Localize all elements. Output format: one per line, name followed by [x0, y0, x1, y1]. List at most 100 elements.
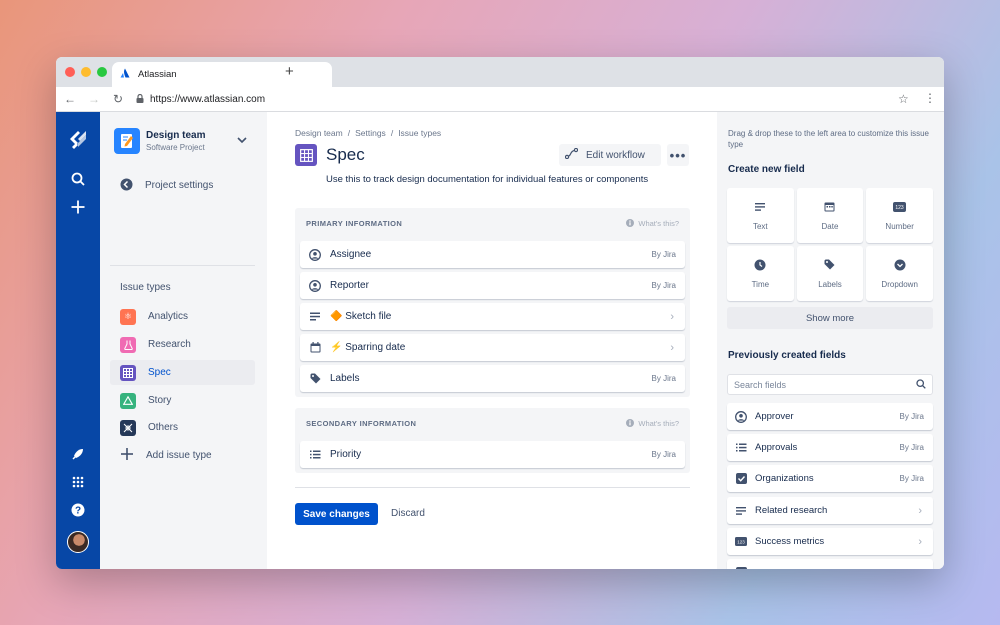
issue-type-description[interactable]: Use this to track design documentation f…: [326, 174, 648, 185]
field-priority[interactable]: Priority By Jira: [300, 441, 685, 468]
field-reporter[interactable]: Reporter By Jira: [300, 272, 685, 299]
sidebar-item-research[interactable]: Research: [110, 332, 255, 357]
text-lines-icon: [735, 506, 747, 515]
add-issue-type-button[interactable]: Add issue type: [110, 443, 255, 468]
new-tab-button[interactable]: +: [285, 63, 294, 80]
user-icon: [308, 279, 322, 292]
search-fields-input[interactable]: Search fields: [727, 374, 933, 395]
back-icon[interactable]: ←: [64, 92, 76, 106]
create-plus-icon[interactable]: [56, 200, 100, 214]
field-label: ⚡ Sparring date: [330, 342, 406, 353]
field-sparring-date[interactable]: ⚡ Sparring date ›: [300, 334, 685, 361]
user-avatar[interactable]: [56, 531, 100, 553]
research-flask-icon: [120, 336, 136, 353]
story-triangle-icon: [120, 392, 136, 409]
field-label: 🔶 Sketch file: [330, 311, 392, 322]
page-title[interactable]: Spec: [326, 145, 365, 165]
help-icon[interactable]: ?: [56, 503, 100, 517]
breadcrumb-separator: /: [347, 128, 351, 138]
rocket-icon[interactable]: [56, 448, 100, 460]
sidebar-item-analytics[interactable]: ⚛ Analytics: [110, 304, 255, 329]
workflow-icon: [564, 147, 579, 162]
dropdown-icon: [894, 259, 906, 271]
field-labels[interactable]: Labels By Jira: [300, 365, 685, 392]
breadcrumb-separator: /: [390, 128, 394, 138]
plus-icon: [120, 447, 134, 464]
url-field[interactable]: https://www.atlassian.com: [134, 90, 914, 109]
more-actions-button[interactable]: •••: [667, 144, 689, 166]
chevron-right-icon[interactable]: ›: [918, 505, 922, 517]
sidebar-item-spec[interactable]: Spec: [110, 360, 255, 385]
field-source: By Jira: [651, 281, 676, 290]
reload-icon[interactable]: ↻: [112, 92, 124, 106]
sidebar-item-story[interactable]: Story: [110, 388, 255, 413]
whats-this-link[interactable]: What's this?: [626, 218, 679, 229]
prev-field-approvals[interactable]: Approvals By Jira: [727, 434, 933, 461]
save-changes-button[interactable]: Save changes: [295, 503, 378, 525]
tag-icon: [308, 373, 322, 384]
field-type-number[interactable]: 123 Number: [866, 188, 933, 243]
chevron-right-icon[interactable]: ›: [670, 311, 674, 323]
jira-app: ? Design team Software Project Project s…: [56, 112, 944, 569]
back-arrow-icon: [120, 178, 133, 194]
browser-menu-icon[interactable]: ⋮: [924, 91, 936, 105]
chevron-right-icon[interactable]: ›: [670, 342, 674, 354]
others-pattern-icon: [120, 419, 136, 436]
field-source: By Jira: [651, 450, 676, 459]
create-new-field-heading: Create new field: [728, 164, 805, 175]
close-window-button[interactable]: [65, 67, 75, 77]
bookmark-star-icon[interactable]: ☆: [898, 92, 909, 106]
previously-created-heading: Previously created fields: [728, 350, 846, 361]
chevron-right-icon[interactable]: ›: [918, 536, 922, 548]
prev-field-success-metrics[interactable]: 123 Success metrics ›: [727, 528, 933, 555]
field-sketch-file[interactable]: 🔶 Sketch file ›: [300, 303, 685, 330]
field-type-label: Date: [821, 221, 839, 231]
spec-grid-icon[interactable]: [295, 144, 317, 166]
footer-divider: [295, 487, 690, 488]
whats-this-link[interactable]: What's this?: [626, 418, 679, 429]
prev-field-organizations[interactable]: Organizations By Jira: [727, 465, 933, 492]
field-label: Priority: [330, 449, 362, 460]
app-switcher-icon[interactable]: [56, 476, 100, 488]
prev-field-approver[interactable]: Approver By Jira: [727, 403, 933, 430]
prev-field-partial[interactable]: [727, 559, 933, 569]
search-icon[interactable]: [56, 172, 100, 186]
field-type-labels[interactable]: Labels: [796, 246, 864, 301]
field-label: Assignee: [330, 249, 372, 260]
project-settings-label: Project settings: [145, 180, 214, 191]
chevron-down-icon[interactable]: [237, 136, 247, 147]
minimize-window-button[interactable]: [81, 67, 91, 77]
number-icon: 123: [735, 537, 747, 546]
forward-icon[interactable]: →: [88, 92, 100, 106]
primary-information-section: PRIMARY INFORMATION What's this? Assigne…: [295, 208, 690, 397]
field-type-date[interactable]: Date: [796, 188, 864, 243]
discard-button[interactable]: Discard: [391, 508, 425, 519]
project-switcher[interactable]: Design team Software Project: [114, 128, 205, 154]
browser-tab[interactable]: Atlassian: [112, 62, 332, 87]
field-type-dropdown[interactable]: Dropdown: [866, 246, 933, 301]
list-icon: [735, 443, 747, 452]
breadcrumb-design-team[interactable]: Design team: [295, 128, 343, 138]
edit-workflow-button[interactable]: Edit workflow: [559, 144, 661, 166]
maximize-window-button[interactable]: [97, 67, 107, 77]
global-navigation: ?: [56, 112, 100, 569]
field-label: Labels: [330, 373, 360, 384]
field-type-text[interactable]: Text: [727, 188, 794, 243]
breadcrumb-settings[interactable]: Settings: [355, 128, 386, 138]
field-type-label: Dropdown: [881, 279, 918, 289]
sidebar-item-label: Spec: [148, 367, 171, 378]
field-source: By Jira: [651, 374, 676, 383]
sidebar-item-others[interactable]: Others: [110, 415, 255, 440]
field-type-time[interactable]: Time: [727, 246, 794, 301]
edit-workflow-label: Edit workflow: [586, 149, 645, 161]
browser-window: Atlassian + ← → ↻ https://www.atlassian.…: [56, 57, 944, 569]
field-assignee[interactable]: Assignee By Jira: [300, 241, 685, 268]
show-more-button[interactable]: Show more: [727, 307, 933, 329]
field-type-label: Time: [751, 279, 770, 289]
project-settings-link[interactable]: Project settings: [110, 173, 255, 198]
user-icon: [735, 410, 747, 423]
jira-logo-icon[interactable]: [56, 130, 100, 152]
breadcrumb-issue-types[interactable]: Issue types: [398, 128, 441, 138]
prev-field-related-research[interactable]: Related research ›: [727, 497, 933, 524]
tag-icon: [824, 259, 835, 271]
